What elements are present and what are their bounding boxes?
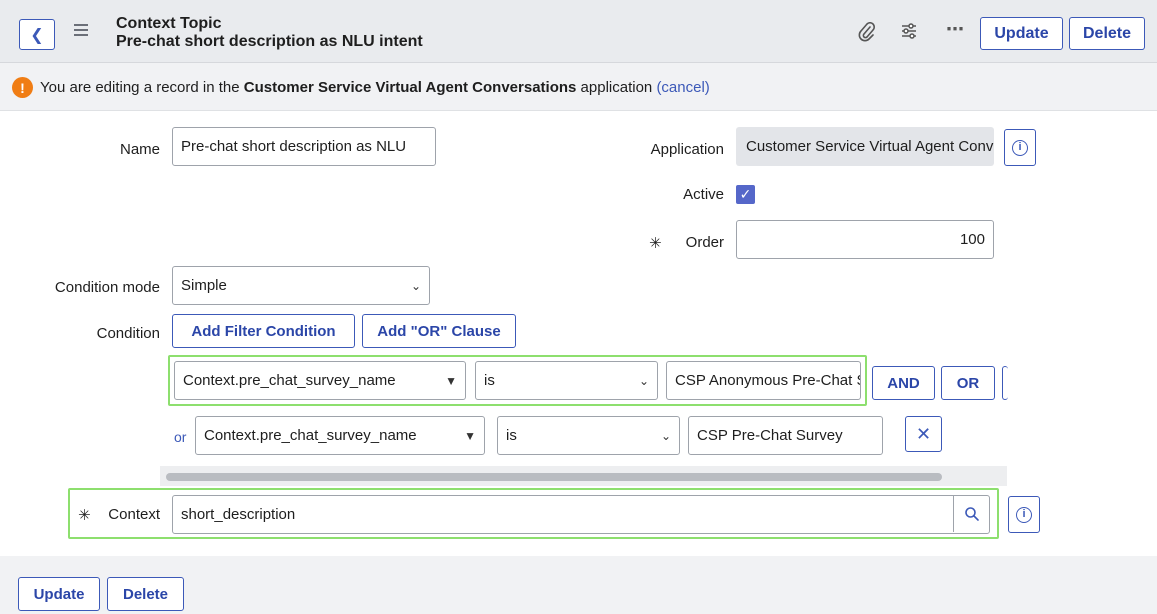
condition-mode-select[interactable]: Simple ⌄	[172, 266, 430, 305]
paperclip-icon[interactable]	[858, 21, 876, 45]
condition-operator-select[interactable]: is ⌄	[475, 361, 658, 400]
close-icon: ✕	[915, 423, 932, 444]
update-button[interactable]: Update	[980, 17, 1063, 50]
or-connector: or	[174, 429, 187, 445]
condition-field-select[interactable]: Context.pre_chat_survey_name ▼	[174, 361, 466, 400]
overflow-button[interactable]	[1002, 366, 1008, 400]
condition-field-select[interactable]: Context.pre_chat_survey_name ▼	[195, 416, 485, 455]
search-icon[interactable]	[953, 496, 989, 532]
order-field[interactable]: 100	[736, 220, 994, 259]
condition-mode-label: Condition mode	[54, 279, 160, 296]
application-field: Customer Service Virtual Agent Conversat…	[736, 127, 994, 166]
condition-value-input[interactable]: CSP Pre-Chat Survey	[688, 416, 883, 455]
add-or-clause-button[interactable]: Add "OR" Clause	[362, 314, 516, 348]
name-field[interactable]: Pre-chat short description as NLU	[172, 127, 436, 166]
record-name: Pre-chat short description as NLU intent	[116, 33, 423, 50]
chevron-left-icon: ❮	[30, 26, 44, 44]
condition-label: Condition	[96, 325, 160, 342]
active-checkbox[interactable]: ✓	[736, 185, 755, 204]
chevron-down-icon: ⌄	[638, 373, 649, 388]
order-label: Order	[685, 234, 724, 251]
caret-down-icon: ▼	[464, 428, 476, 443]
application-label: Application	[650, 141, 724, 158]
warning-icon: !	[12, 77, 33, 98]
cancel-link[interactable]: (cancel)	[656, 79, 709, 96]
info-icon: i	[1012, 139, 1028, 156]
required-marker: ✳	[78, 507, 91, 524]
or-button[interactable]: OR	[941, 366, 995, 400]
sliders-icon[interactable]	[900, 22, 918, 43]
info-icon: i	[1016, 506, 1032, 523]
footer-delete-button[interactable]: Delete	[107, 577, 184, 611]
caret-down-icon: ▼	[445, 373, 457, 388]
checkmark-icon: ✓	[739, 186, 752, 202]
delete-button[interactable]: Delete	[1069, 17, 1145, 50]
application-name: Customer Service Virtual Agent Conversat…	[243, 79, 577, 96]
context-label: Context	[108, 506, 160, 523]
condition-value-input[interactable]: CSP Anonymous Pre-Chat Survey	[666, 361, 861, 400]
remove-condition-button[interactable]: ✕	[905, 416, 942, 452]
condition-operator-select[interactable]: is ⌄	[497, 416, 680, 455]
active-label: Active	[683, 186, 724, 203]
footer-update-button[interactable]: Update	[18, 577, 100, 611]
add-filter-condition-button[interactable]: Add Filter Condition	[172, 314, 355, 348]
and-button[interactable]: AND	[872, 366, 935, 400]
back-button[interactable]: ❮	[19, 19, 55, 50]
hamburger-icon[interactable]	[74, 24, 88, 36]
edit-notice-text: You are editing a record in the Customer…	[40, 79, 710, 96]
scrollbar-thumb[interactable]	[166, 473, 942, 481]
chevron-down-icon: ⌄	[410, 278, 421, 293]
context-info-button[interactable]: i	[1008, 496, 1040, 533]
ellipsis-icon[interactable]: ⋯	[946, 20, 964, 38]
name-label: Name	[119, 141, 160, 158]
context-field[interactable]: short_description	[172, 495, 990, 534]
page-title: Context Topic	[116, 15, 222, 32]
application-info-button[interactable]: i	[1004, 129, 1036, 166]
chevron-down-icon: ⌄	[660, 428, 671, 443]
